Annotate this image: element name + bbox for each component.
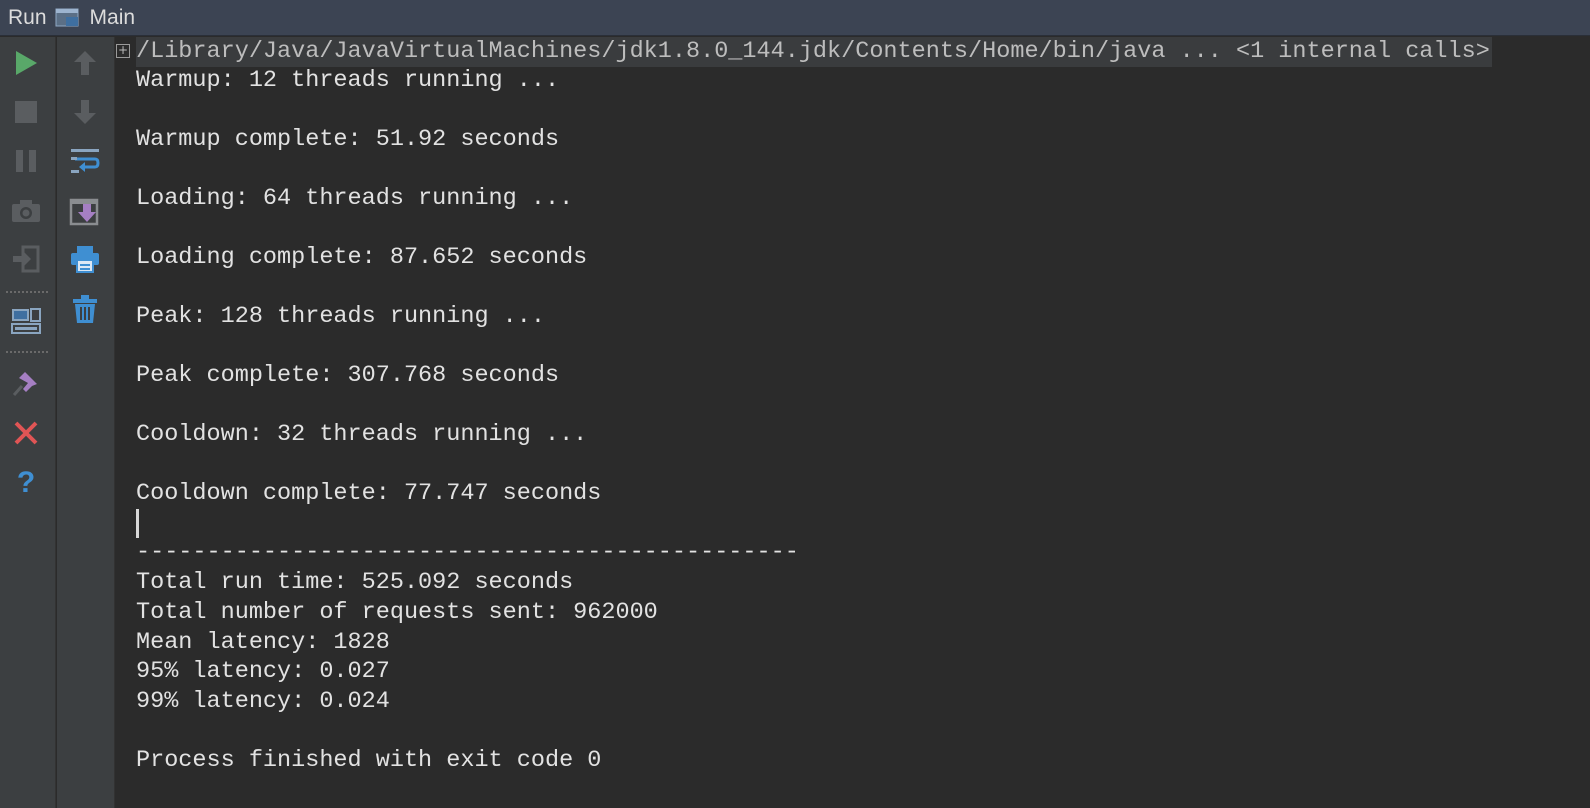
console-line: Total number of requests sent: 962000 [136, 599, 658, 626]
print-icon[interactable] [65, 239, 105, 279]
expand-calls-icon[interactable]: + [116, 44, 130, 58]
soft-wrap-icon[interactable] [65, 141, 105, 181]
console-line: Warmup: 12 threads running ... [136, 67, 560, 94]
svg-text:?: ? [17, 466, 35, 496]
console-line: Mean latency: 1828 [136, 629, 390, 656]
console-line: Warmup complete: 51.92 seconds [136, 126, 560, 153]
up-arrow-icon[interactable] [65, 43, 105, 83]
console-line: Total run time: 525.092 seconds [136, 569, 574, 596]
console-line: Loading complete: 87.652 seconds [136, 244, 588, 271]
scroll-to-end-icon[interactable] [65, 191, 105, 231]
run-tab-label[interactable]: Run [8, 6, 47, 30]
close-icon[interactable] [6, 413, 46, 453]
console-line: Cooldown: 32 threads running ... [136, 421, 588, 448]
layout-icon[interactable] [6, 301, 46, 341]
help-icon[interactable]: ? [6, 461, 46, 501]
console-line: 95% latency: 0.027 [136, 658, 390, 685]
run-config-icon [54, 6, 82, 30]
console-exit-line: Process finished with exit code 0 [136, 747, 602, 774]
console-line: Loading: 64 threads running ... [136, 185, 574, 212]
camera-icon[interactable] [6, 191, 46, 231]
pause-icon[interactable] [6, 141, 46, 181]
trash-icon[interactable] [65, 289, 105, 329]
run-left-toolbar: ? [0, 37, 56, 808]
console-separator: ----------------------------------------… [136, 539, 799, 566]
console-output[interactable]: + /Library/Java/JavaVirtualMachines/jdk1… [116, 37, 1590, 808]
console-line: 99% latency: 0.024 [136, 688, 390, 715]
exit-icon[interactable] [6, 239, 46, 279]
console-line: Peak: 128 threads running ... [136, 303, 545, 330]
console-line: Cooldown complete: 77.747 seconds [136, 480, 602, 507]
down-arrow-icon[interactable] [65, 92, 105, 132]
run-right-toolbar [57, 37, 115, 808]
stop-icon[interactable] [6, 92, 46, 132]
run-titlebar: Run Main [0, 0, 1590, 36]
pin-icon[interactable] [6, 363, 46, 403]
console-line: Peak complete: 307.768 seconds [136, 362, 560, 389]
text-caret [136, 509, 139, 538]
run-icon[interactable] [6, 43, 46, 83]
run-config-label[interactable]: Main [90, 6, 136, 30]
console-command-line[interactable]: /Library/Java/JavaVirtualMachines/jdk1.8… [136, 37, 1492, 67]
